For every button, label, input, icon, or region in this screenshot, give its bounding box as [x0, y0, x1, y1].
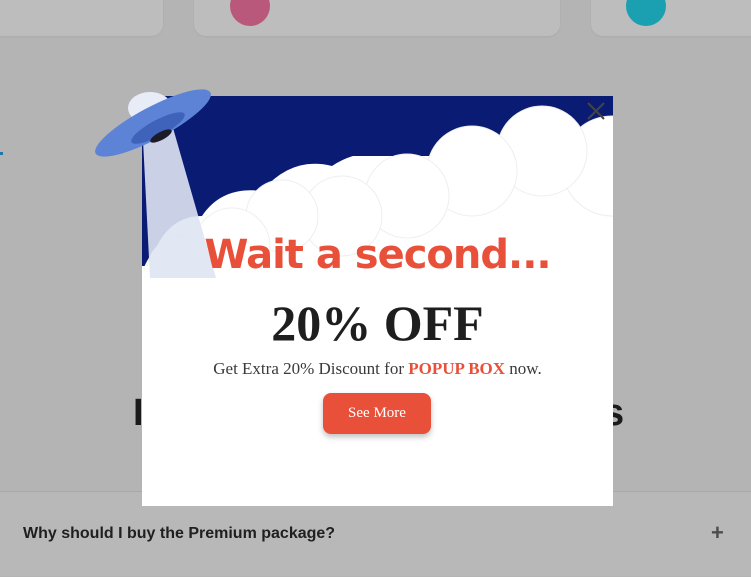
popup-subtext: Get Extra 20% Discount for POPUP BOX now… [142, 359, 613, 379]
subtext-after: now. [505, 359, 542, 378]
subtext-before: Get Extra 20% Discount for [213, 359, 409, 378]
popup-content: Wait a second... 20% OFF Get Extra 20% D… [142, 96, 613, 506]
background-card [0, 0, 163, 36]
background-card [591, 0, 751, 36]
see-more-button[interactable]: See More [323, 393, 431, 434]
brand-name: POPUP BOX [408, 359, 506, 378]
expand-plus-icon[interactable]: + [711, 520, 724, 546]
close-icon[interactable] [585, 100, 607, 122]
faq-question: Why should I buy the Premium package? [23, 525, 336, 542]
left-accent-mark [0, 152, 3, 155]
discount-text: 20% OFF [271, 295, 484, 351]
popup-headline: Wait a second... [204, 232, 551, 278]
